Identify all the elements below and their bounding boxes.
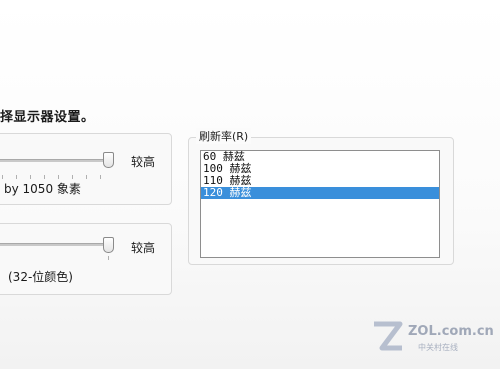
slider-tick: [30, 175, 31, 179]
color-value: (32-位颜色): [8, 270, 73, 284]
slider-tick: [108, 256, 109, 260]
slider-tick: [2, 175, 3, 179]
slider-tick: [86, 175, 87, 179]
slider-tick: [44, 175, 45, 179]
slider-tick: [58, 175, 59, 179]
slider-tick: [100, 175, 101, 179]
resolution-slider-track[interactable]: [0, 159, 112, 162]
watermark-subtext: 中关村在线: [418, 343, 458, 352]
zol-logo-icon: [374, 321, 403, 351]
slider-tick: [16, 175, 17, 179]
slider-tick: [72, 175, 73, 179]
list-item-selected[interactable]: 120 赫兹: [201, 187, 439, 199]
refresh-rate-listbox[interactable]: 60 赫兹 100 赫兹 110 赫兹 120 赫兹: [200, 150, 440, 258]
color-slider-track[interactable]: [0, 243, 112, 246]
resolution-value: by 1050 象素: [4, 182, 81, 196]
watermark-text: ZOL.com.cn: [408, 324, 494, 339]
refresh-rate-legend: 刷新率(R): [196, 128, 252, 144]
resolution-slider-thumb[interactable]: [103, 152, 114, 168]
instruction-text: 择显示器设置。: [0, 110, 95, 125]
color-high-label: 较高: [131, 241, 156, 255]
color-slider-thumb[interactable]: [103, 237, 114, 253]
resolution-high-label: 较高: [131, 155, 156, 169]
